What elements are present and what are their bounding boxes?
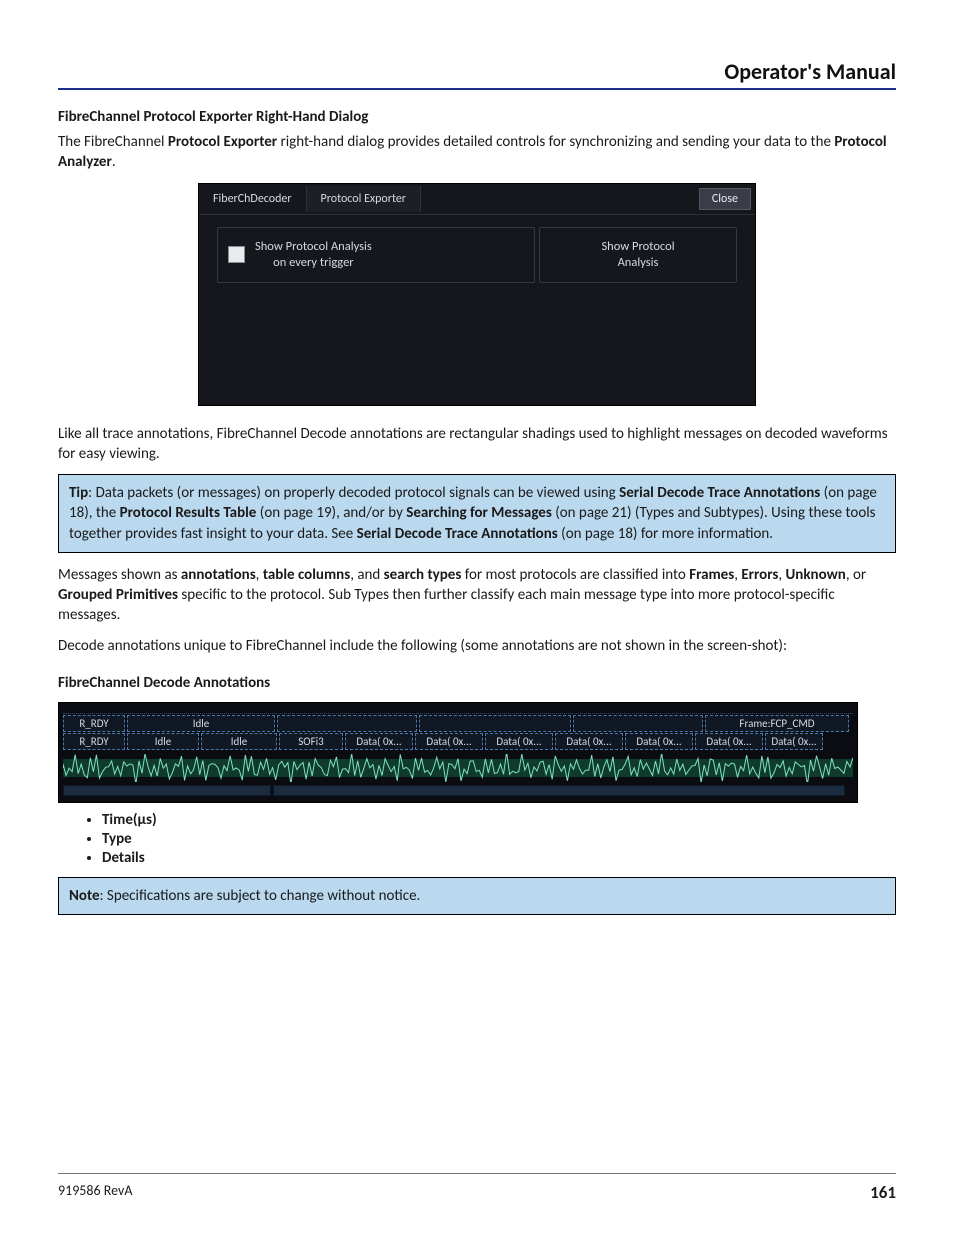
- para-classification: Messages shown as annotations, table col…: [58, 565, 896, 626]
- waveform-cell: Frame:FCP_CMD: [705, 715, 849, 732]
- waveform-figure: R_RDYIdleFrame:FCP_CMD R_RDYIdleIdleSOFi…: [58, 702, 858, 803]
- text: (on page 18) for more information.: [558, 525, 773, 543]
- waveform-bottom-bar: [63, 785, 853, 796]
- text-bold: Protocol Exporter: [168, 133, 277, 151]
- button-label: Show Protocol Analysis: [601, 239, 674, 270]
- text: : Specifications are subject to change w…: [100, 887, 421, 905]
- text-bold: Serial Decode Trace Annotations: [357, 525, 558, 543]
- text: ,: [778, 566, 785, 584]
- waveform-signal-trace: [63, 754, 853, 782]
- text-line: Show Protocol Analysis: [255, 239, 372, 255]
- text-bold: table columns: [263, 566, 350, 584]
- waveform-cell: [419, 715, 571, 732]
- section-heading-decode-annotations: FibreChannel Decode Annotations: [58, 674, 896, 692]
- waveform-bottom-segment: [63, 785, 271, 796]
- tab-fiberchdecoder[interactable]: FiberChDecoder: [199, 186, 307, 212]
- list-item: Details: [102, 849, 896, 867]
- text-bold: Unknown: [786, 566, 846, 584]
- text-bold: Grouped Primitives: [58, 586, 178, 604]
- waveform-cell: Idle: [127, 715, 275, 732]
- text-line: on every trigger: [255, 255, 372, 271]
- para-unique-annotations: Decode annotations unique to FibreChanne…: [58, 636, 896, 656]
- waveform-annotation-row-2: R_RDYIdleIdleSOFi3Data( 0x...Data( 0x...…: [63, 733, 853, 750]
- text-bold: Errors: [741, 566, 778, 584]
- waveform-cell: R_RDY: [63, 733, 125, 750]
- waveform-bottom-segment: [273, 785, 845, 796]
- text: right-hand dialog provides detailed cont…: [277, 133, 834, 151]
- text: Messages shown as: [58, 566, 181, 584]
- waveform-cell: Data( 0x...: [695, 733, 763, 750]
- waveform-cell: Data( 0x...: [765, 733, 823, 750]
- close-button[interactable]: Close: [699, 188, 751, 210]
- show-analysis-every-trigger-checkbox[interactable]: [228, 246, 245, 263]
- para-exporter-intro: The FibreChannel Protocol Exporter right…: [58, 132, 896, 173]
- text: : Data packets (or messages) on properly…: [88, 484, 619, 502]
- text: The FibreChannel: [58, 133, 168, 151]
- waveform-cell: [277, 715, 417, 732]
- waveform-annotation-row-1: R_RDYIdle Frame:FCP_CMD: [63, 715, 853, 732]
- text-bold: Searching for Messages: [406, 504, 552, 522]
- waveform-cell: Idle: [201, 733, 277, 750]
- tip-lead: Tip: [69, 484, 88, 502]
- page-number: 161: [870, 1182, 896, 1203]
- show-protocol-analysis-button[interactable]: Show Protocol Analysis: [539, 227, 737, 283]
- text-bold: Serial Decode Trace Annotations: [619, 484, 820, 502]
- waveform-cell: Data( 0x...: [485, 733, 553, 750]
- header-title: Operator's Manual: [724, 58, 896, 85]
- text: , and: [350, 566, 383, 584]
- waveform-cell: R_RDY: [63, 715, 125, 732]
- list-item: Type: [102, 830, 896, 848]
- text: , or: [846, 566, 866, 584]
- note-box: Note: Specifications are subject to chan…: [58, 877, 896, 915]
- waveform-cell: Idle: [127, 733, 199, 750]
- annotation-field-list: Time(µs) Type Details: [58, 811, 896, 867]
- para-annotations-desc: Like all trace annotations, FibreChannel…: [58, 424, 896, 465]
- dialog-tab-bar: FiberChDecoder Protocol Exporter Close: [199, 184, 755, 215]
- list-item: Time(µs): [102, 811, 896, 829]
- note-lead: Note: [69, 887, 100, 905]
- text-line: Analysis: [601, 255, 674, 271]
- protocol-exporter-dialog: FiberChDecoder Protocol Exporter Close S…: [198, 183, 756, 406]
- doc-id: 919586 RevA: [58, 1182, 132, 1203]
- page-footer: 919586 RevA 161: [58, 1173, 896, 1203]
- tab-protocol-exporter[interactable]: Protocol Exporter: [307, 186, 421, 212]
- waveform-cell: Data( 0x...: [625, 733, 693, 750]
- text-line: Show Protocol: [601, 239, 674, 255]
- waveform-cell: Data( 0x...: [415, 733, 483, 750]
- section-heading-exporter: FibreChannel Protocol Exporter Right-Han…: [58, 108, 896, 126]
- text-bold: search types: [384, 566, 462, 584]
- text: ,: [256, 566, 263, 584]
- show-analysis-every-trigger-group: Show Protocol Analysis on every trigger: [217, 227, 535, 283]
- waveform-cell: Data( 0x...: [555, 733, 623, 750]
- dialog-body: Show Protocol Analysis on every trigger …: [199, 215, 755, 405]
- text: .: [112, 153, 116, 171]
- tip-box: Tip: Data packets (or messages) on prope…: [58, 474, 896, 553]
- waveform-ruler-top: [63, 707, 853, 714]
- text-bold: annotations: [181, 566, 256, 584]
- checkbox-label: Show Protocol Analysis on every trigger: [255, 239, 372, 270]
- waveform-cell: [573, 715, 703, 732]
- text-bold: Protocol Results Table: [120, 504, 257, 522]
- waveform-cell: SOFi3: [279, 733, 343, 750]
- text: for most protocols are classified into: [461, 566, 689, 584]
- page-header: Operator's Manual: [58, 58, 896, 90]
- waveform-cell: Data( 0x...: [345, 733, 413, 750]
- text: (on page 19), and/or by: [256, 504, 406, 522]
- text-bold: Frames: [689, 566, 734, 584]
